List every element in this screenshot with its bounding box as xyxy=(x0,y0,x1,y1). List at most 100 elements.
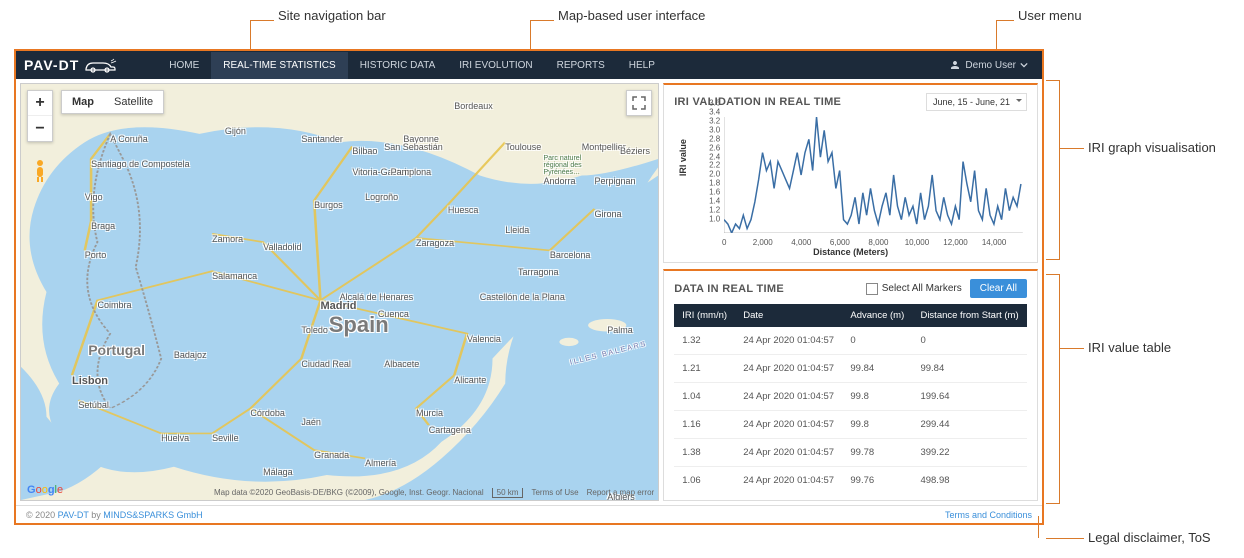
table-column-header[interactable]: IRI (mm/n) xyxy=(674,304,735,327)
table-cell: 99.84 xyxy=(842,355,912,383)
y-tick: 2.0 xyxy=(709,170,720,179)
city-label: Coimbra xyxy=(97,300,131,310)
city-label: Alicante xyxy=(454,375,486,385)
data-table-scroll[interactable]: IRI (mm/n)DateAdvance (m)Distance from S… xyxy=(674,304,1027,492)
iri-line-chart[interactable]: IRI value 1.01.21.41.61.82.02.22.42.62.8… xyxy=(700,117,1023,247)
city-label: Barcelona xyxy=(550,250,591,260)
logo-text: PAV-DT xyxy=(24,57,79,73)
checkbox-icon xyxy=(866,283,878,295)
chart-x-label: Distance (Meters) xyxy=(674,247,1027,257)
city-label: Granada xyxy=(314,450,349,460)
user-label: Demo User xyxy=(965,60,1016,71)
table-row[interactable]: 1.2124 Apr 2020 01:04:5799.8499.84 xyxy=(674,355,1027,383)
table-cell: 1.04 xyxy=(674,383,735,411)
table-row[interactable]: 1.0624 Apr 2020 01:04:5799.76498.98 xyxy=(674,467,1027,493)
table-row[interactable]: 1.3824 Apr 2020 01:04:5799.78399.22 xyxy=(674,439,1027,467)
table-cell: 199.64 xyxy=(912,383,1027,411)
footer-copyright: © 2020 PAV-DT by MINDS&SPARKS GmbH xyxy=(26,510,203,520)
city-label: Andorra xyxy=(543,176,575,186)
y-tick: 1.4 xyxy=(709,197,720,206)
date-range-picker[interactable]: June, 15 - June, 21 xyxy=(926,93,1027,111)
city-label: Badajoz xyxy=(174,350,207,360)
chart-y-label: IRI value xyxy=(678,139,688,176)
city-label: Valladolid xyxy=(263,242,301,252)
logo[interactable]: PAV-DT xyxy=(24,57,117,73)
city-label: Santiago de Compostela xyxy=(91,159,190,169)
nav-item-real-time-statistics[interactable]: REAL-TIME STATISTICS xyxy=(211,52,347,79)
city-label: Ciudad Real xyxy=(301,359,351,369)
map-type-toggle: MapSatellite xyxy=(61,90,164,114)
map-terms-link[interactable]: Terms of Use xyxy=(531,488,578,498)
footer-terms-link[interactable]: Terms and Conditions xyxy=(945,510,1032,520)
nav-item-home[interactable]: HOME xyxy=(157,52,211,79)
table-cell: 99.84 xyxy=(912,355,1027,383)
city-label: Toledo xyxy=(301,325,328,335)
city-label: Porto xyxy=(85,250,107,260)
table-cell: 1.32 xyxy=(674,327,735,355)
user-menu[interactable]: Demo User xyxy=(943,59,1034,71)
city-label: Vigo xyxy=(85,192,103,202)
chart-title: IRI VALIDATION IN REAL TIME xyxy=(674,96,841,108)
nav-item-help[interactable]: HELP xyxy=(617,52,667,79)
city-label: Seville xyxy=(212,433,239,443)
city-label: Girona xyxy=(594,209,621,219)
table-row[interactable]: 1.0424 Apr 2020 01:04:5799.8199.64 xyxy=(674,383,1027,411)
city-label: Santander xyxy=(301,134,343,144)
x-tick: 4,000 xyxy=(791,238,811,247)
table-column-header[interactable]: Advance (m) xyxy=(842,304,912,327)
city-label: Gijón xyxy=(225,126,246,136)
footer-product-link[interactable]: PAV-DT xyxy=(58,510,89,520)
table-title: DATA IN REAL TIME xyxy=(674,283,784,295)
city-label: Huesca xyxy=(448,205,479,215)
city-label: Perpignan xyxy=(594,176,635,186)
nav-item-iri-evolution[interactable]: IRI EVOLUTION xyxy=(447,52,544,79)
table-cell: 24 Apr 2020 01:04:57 xyxy=(735,439,842,467)
x-tick: 0 xyxy=(722,238,726,247)
footer-company-link[interactable]: MINDS&SPARKS GmbH xyxy=(103,510,202,520)
city-label: Huelva xyxy=(161,433,189,443)
fullscreen-button[interactable] xyxy=(626,90,652,116)
table-row[interactable]: 1.3224 Apr 2020 01:04:5700 xyxy=(674,327,1027,355)
country-label-portugal: Portugal xyxy=(88,342,145,358)
app-body: + − MapSatellite Spain Portugal ILLES BA… xyxy=(16,79,1042,505)
table-cell: 24 Apr 2020 01:04:57 xyxy=(735,383,842,411)
table-column-header[interactable]: Date xyxy=(735,304,842,327)
table-cell: 299.44 xyxy=(912,411,1027,439)
x-tick: 10,000 xyxy=(905,238,929,247)
table-cell: 99.78 xyxy=(842,439,912,467)
zoom-out-button[interactable]: − xyxy=(28,116,52,141)
table-cell: 1.16 xyxy=(674,411,735,439)
table-cell: 24 Apr 2020 01:04:57 xyxy=(735,355,842,383)
map-attribution: Map data ©2020 GeoBasis-DE/BKG (©2009), … xyxy=(214,488,654,498)
table-row[interactable]: 1.1624 Apr 2020 01:04:5799.8299.44 xyxy=(674,411,1027,439)
clear-all-button[interactable]: Clear All xyxy=(970,279,1027,298)
table-column-header[interactable]: Distance from Start (m) xyxy=(912,304,1027,327)
map-type-satellite[interactable]: Satellite xyxy=(104,91,163,113)
x-tick: 14,000 xyxy=(982,238,1006,247)
city-label: Castellón de la Plana xyxy=(480,292,565,302)
pegman-icon[interactable] xyxy=(27,158,53,184)
fullscreen-icon xyxy=(632,96,646,110)
city-label: Cuenca xyxy=(378,309,409,319)
chevron-down-icon xyxy=(1020,61,1028,69)
map-type-map[interactable]: Map xyxy=(62,91,104,113)
city-label: Braga xyxy=(91,221,115,231)
nav-item-historic-data[interactable]: HISTORIC DATA xyxy=(348,52,448,79)
callout-table: IRI value table xyxy=(1088,340,1171,355)
zoom-in-button[interactable]: + xyxy=(28,91,52,116)
city-label: Cartagena xyxy=(429,425,471,435)
city-label: A Coruña xyxy=(110,134,148,144)
city-label: Bordeaux xyxy=(454,101,493,111)
select-all-checkbox[interactable]: Select All Markers xyxy=(866,283,962,295)
car-icon xyxy=(83,57,117,73)
y-tick: 3.0 xyxy=(709,125,720,134)
x-tick: 2,000 xyxy=(753,238,773,247)
y-tick: 1.0 xyxy=(709,215,720,224)
nav-item-reports[interactable]: REPORTS xyxy=(545,52,617,79)
table-cell: 1.06 xyxy=(674,467,735,493)
map-pane[interactable]: + − MapSatellite Spain Portugal ILLES BA… xyxy=(20,83,659,501)
map-report-link[interactable]: Report a map error xyxy=(587,488,655,498)
city-label: Burgos xyxy=(314,200,343,210)
callout-legal: Legal disclaimer, ToS xyxy=(1088,530,1211,545)
user-icon xyxy=(949,59,961,71)
